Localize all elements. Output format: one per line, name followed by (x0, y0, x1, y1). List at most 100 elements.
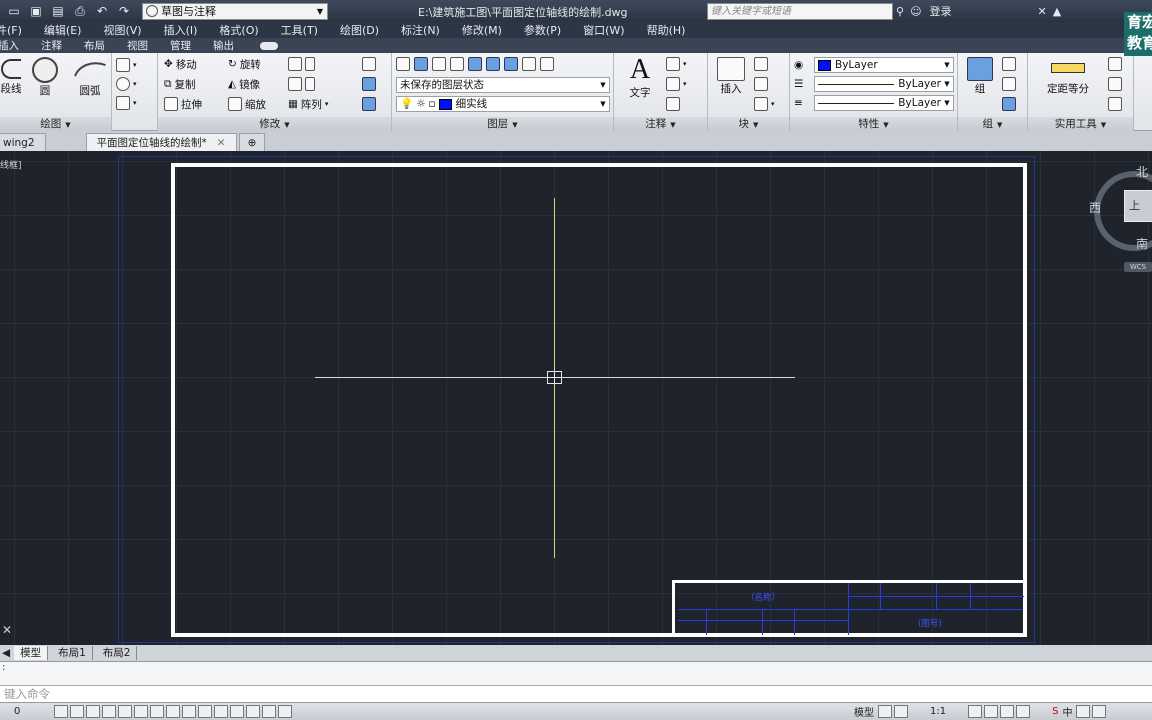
panel-annotation-title[interactable]: 注释 ▼ (614, 117, 707, 131)
menu-dimension[interactable]: 标注(N) (401, 22, 440, 38)
panel-properties-title[interactable]: 特性 ▼ (790, 117, 957, 131)
close-icon[interactable]: ✕ (217, 137, 226, 149)
menu-view[interactable]: 视图(V) (103, 22, 141, 38)
ime-mode[interactable]: 中 (1062, 704, 1072, 719)
wcs-menu[interactable]: WCS (1124, 262, 1152, 272)
layout-tab-model[interactable]: 模型 (14, 646, 49, 660)
menu-help[interactable]: 帮助(H) (647, 22, 686, 38)
quick-view-layouts-icon[interactable] (878, 705, 892, 718)
ungroup-icon[interactable] (1002, 57, 1016, 71)
group-edit-icon[interactable] (1002, 77, 1016, 91)
color-dropdown[interactable]: ByLayer ▼ (814, 57, 954, 73)
infer-constraints-icon[interactable] (54, 705, 68, 718)
edit-block-icon[interactable] (754, 77, 768, 91)
tab-manage[interactable]: 管理 (170, 38, 191, 53)
array-button[interactable]: ▦ 阵列 ▾ (288, 95, 328, 113)
user-icon[interactable]: ☺ (910, 5, 921, 18)
panel-layers-title[interactable]: 图层 ▼ (392, 117, 613, 131)
menu-insert[interactable]: 插入(I) (164, 22, 198, 38)
tab-insert[interactable]: 插入 (0, 38, 19, 53)
linear-dimension-icon[interactable] (666, 57, 680, 71)
scale-button[interactable]: 缩放 (228, 95, 266, 113)
workspace-switch-icon[interactable] (968, 705, 983, 718)
panel-block-title[interactable]: 块 ▼ (708, 117, 789, 131)
panel-draw-title[interactable]: 绘图 ▼ (0, 117, 111, 131)
lineweight-dropdown[interactable]: ByLayer ▼ (814, 95, 954, 111)
measure-button[interactable]: 定距等分 (1034, 59, 1102, 96)
save-icon[interactable]: ▣ (26, 2, 46, 20)
explode-icon[interactable] (362, 77, 376, 91)
tab-annotate[interactable]: 注释 (41, 38, 62, 53)
calculator-icon[interactable] (1108, 77, 1122, 91)
annotation-monitor-icon[interactable] (278, 705, 292, 718)
insert-button[interactable]: 插入 (712, 57, 750, 96)
undo-icon[interactable]: ↶ (92, 2, 112, 20)
rotate-button[interactable]: ↻ 旋转 (228, 55, 261, 73)
stretch-button[interactable]: 拉伸 (164, 95, 202, 113)
fillet-button[interactable] (288, 75, 315, 93)
boundary-icon[interactable] (116, 96, 130, 110)
menu-tools[interactable]: 工具(T) (281, 22, 318, 38)
edit-attribute-icon[interactable] (754, 97, 768, 111)
quick-select-icon[interactable] (1108, 57, 1122, 71)
network-icon[interactable]: ▲ (1053, 5, 1061, 18)
viewcube-west[interactable]: 西 (1089, 199, 1101, 216)
menu-draw[interactable]: 绘图(D) (340, 22, 379, 38)
trim-button[interactable] (288, 55, 315, 73)
binoculars-icon[interactable]: ⚲ (896, 5, 904, 18)
transparency-icon[interactable] (230, 705, 244, 718)
tab-layout[interactable]: 布局 (84, 38, 105, 53)
layer-walk-icon[interactable] (522, 57, 536, 71)
layer-previous-icon[interactable] (504, 57, 518, 71)
grid-icon[interactable] (86, 705, 100, 718)
annotation-scale[interactable]: 1:1 (930, 706, 946, 717)
group-button[interactable]: 组 (962, 57, 998, 96)
print-icon[interactable]: ⎙ (70, 2, 90, 20)
lineweight-icon[interactable]: ≡ (794, 97, 803, 109)
3d-osnap-icon[interactable] (150, 705, 164, 718)
panel-groups-title[interactable]: 组 ▼ (958, 117, 1027, 131)
viewcube-face[interactable]: 上 (1124, 190, 1152, 222)
menu-format[interactable]: 格式(O) (219, 22, 258, 38)
ime-punctuation-icon[interactable] (1076, 705, 1091, 718)
open-icon[interactable]: ▭ (4, 2, 24, 20)
menu-parametric[interactable]: 参数(P) (524, 22, 561, 38)
erase-icon[interactable] (362, 57, 376, 71)
id-point-icon[interactable] (1108, 97, 1122, 111)
save-as-icon[interactable]: ▤ (48, 2, 68, 20)
exchange-icon[interactable]: ✕ (1038, 5, 1047, 18)
osnap-icon[interactable] (134, 705, 148, 718)
layout-tab-layout1[interactable]: 布局1 (52, 646, 93, 660)
menu-edit[interactable]: 编辑(E) (44, 22, 82, 38)
toolbar-lock-icon[interactable] (984, 705, 999, 718)
layout-tab-layout2[interactable]: 布局2 (97, 646, 138, 660)
offset-icon[interactable] (362, 97, 376, 111)
ime-keyboard-icon[interactable] (1092, 705, 1107, 718)
polyline-button[interactable]: 段线 (0, 57, 26, 96)
layer-lock-icon[interactable] (468, 57, 482, 71)
layer-state-dropdown[interactable]: 未保存的图层状态 ▼ (396, 77, 610, 93)
copy-button[interactable]: ⧉ 复制 (164, 75, 196, 93)
file-tab-drawing2[interactable]: wing2 (0, 133, 46, 151)
otrack-icon[interactable] (166, 705, 180, 718)
search-input[interactable]: 键入关键字或短语 (707, 3, 893, 20)
panel-modify-title[interactable]: 修改 ▼ (158, 117, 391, 131)
ortho-icon[interactable] (102, 705, 116, 718)
command-input[interactable]: 键入命令 (0, 685, 1152, 702)
layer-isolate-icon[interactable] (414, 57, 428, 71)
linetype-icon[interactable]: ☰ (794, 78, 803, 90)
circle-button[interactable]: 圆 (28, 57, 62, 98)
login-link[interactable]: 登录 (930, 3, 952, 19)
layer-merge-icon[interactable] (540, 57, 554, 71)
ducs-icon[interactable] (182, 705, 196, 718)
table-icon[interactable] (666, 97, 680, 111)
hatch-icon[interactable] (116, 77, 130, 91)
file-tab-active[interactable]: 平面图定位轴线的绘制* ✕ (85, 133, 237, 151)
panel-utilities-title[interactable]: 实用工具 ▼ (1028, 117, 1133, 131)
group-select-icon[interactable] (1002, 97, 1016, 111)
move-button[interactable]: ✥ 移动 (164, 55, 197, 73)
color-wheel-icon[interactable]: ◉ (794, 59, 803, 71)
layer-off-icon[interactable] (432, 57, 446, 71)
viewport-label[interactable]: 线框] (0, 158, 22, 171)
tab-view[interactable]: 视图 (127, 38, 148, 53)
